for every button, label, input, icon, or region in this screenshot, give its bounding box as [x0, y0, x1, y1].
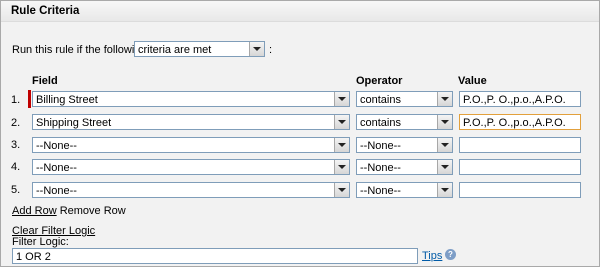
operator-select-row-1[interactable]: contains [356, 91, 453, 107]
tips-link[interactable]: Tips [422, 250, 442, 262]
operator-select-row-4[interactable]: --None-- [356, 159, 453, 175]
remove-row-text: Remove Row [59, 205, 126, 217]
field-select-value: --None-- [36, 140, 77, 152]
criteria-mode-value: criteria are met [138, 44, 212, 56]
run-rule-colon: : [269, 44, 273, 56]
chevron-down-icon[interactable] [437, 115, 452, 129]
chevron-down-icon[interactable] [334, 183, 349, 197]
criteria-mode-select[interactable]: criteria are met [134, 41, 265, 57]
value-column-header: Value [458, 75, 487, 87]
operator-select-row-5[interactable]: --None-- [356, 182, 453, 198]
filter-logic-label: Filter Logic: [12, 236, 69, 248]
row-actions: Add Row Remove Row [12, 205, 126, 217]
chevron-down-icon[interactable] [334, 115, 349, 129]
panel-header: Rule Criteria [1, 1, 599, 22]
rule-criteria-panel: Rule Criteria Run this rule if the follo… [0, 0, 600, 267]
row-number: 3. [11, 139, 21, 151]
operator-select-value: --None-- [360, 185, 401, 197]
field-select-row-5[interactable]: --None-- [32, 182, 350, 198]
add-row-link[interactable]: Add Row [12, 205, 57, 217]
value-input-row-3[interactable] [459, 137, 581, 153]
chevron-down-icon[interactable] [334, 92, 349, 106]
chevron-down-icon[interactable] [334, 138, 349, 152]
chevron-down-icon[interactable] [334, 160, 349, 174]
chevron-down-icon[interactable] [437, 92, 452, 106]
operator-select-value: contains [360, 94, 401, 106]
value-input-text: P.O.,P. O.,p.o.,A.P.O. [463, 94, 566, 106]
value-input-row-5[interactable] [459, 182, 581, 198]
row-number: 5. [11, 184, 21, 196]
row-number: 2. [11, 117, 21, 129]
operator-select-row-2[interactable]: contains [356, 114, 453, 130]
row-number: 1. [11, 94, 21, 106]
operator-select-row-3[interactable]: --None-- [356, 137, 453, 153]
operator-select-value: contains [360, 117, 401, 129]
field-select-value: --None-- [36, 162, 77, 174]
required-indicator [28, 90, 31, 108]
chevron-down-icon[interactable] [249, 42, 264, 56]
value-input-row-2[interactable]: P.O.,P. O.,p.o.,A.P.O. [459, 114, 581, 130]
field-select-value: Shipping Street [36, 117, 112, 129]
field-select-row-1[interactable]: Billing Street [32, 91, 350, 107]
value-input-row-1[interactable]: P.O.,P. O.,p.o.,A.P.O. [459, 91, 581, 107]
field-select-value: Billing Street [36, 94, 98, 106]
value-input-row-4[interactable] [459, 159, 581, 175]
filter-logic-value: 1 OR 2 [16, 251, 51, 263]
help-icon[interactable]: ? [445, 249, 456, 260]
filter-logic-input[interactable]: 1 OR 2 [12, 248, 418, 264]
field-column-header: Field [32, 75, 58, 87]
operator-column-header: Operator [356, 75, 403, 87]
field-select-row-2[interactable]: Shipping Street [32, 114, 350, 130]
field-select-value: --None-- [36, 185, 77, 197]
operator-select-value: --None-- [360, 162, 401, 174]
operator-select-value: --None-- [360, 140, 401, 152]
field-select-row-3[interactable]: --None-- [32, 137, 350, 153]
chevron-down-icon[interactable] [437, 160, 452, 174]
chevron-down-icon[interactable] [437, 183, 452, 197]
value-input-text: P.O.,P. O.,p.o.,A.P.O. [463, 117, 566, 129]
field-select-row-4[interactable]: --None-- [32, 159, 350, 175]
row-number: 4. [11, 161, 21, 173]
panel-title: Rule Criteria [11, 5, 80, 17]
run-rule-label: Run this rule if the following [12, 44, 147, 56]
chevron-down-icon[interactable] [437, 138, 452, 152]
